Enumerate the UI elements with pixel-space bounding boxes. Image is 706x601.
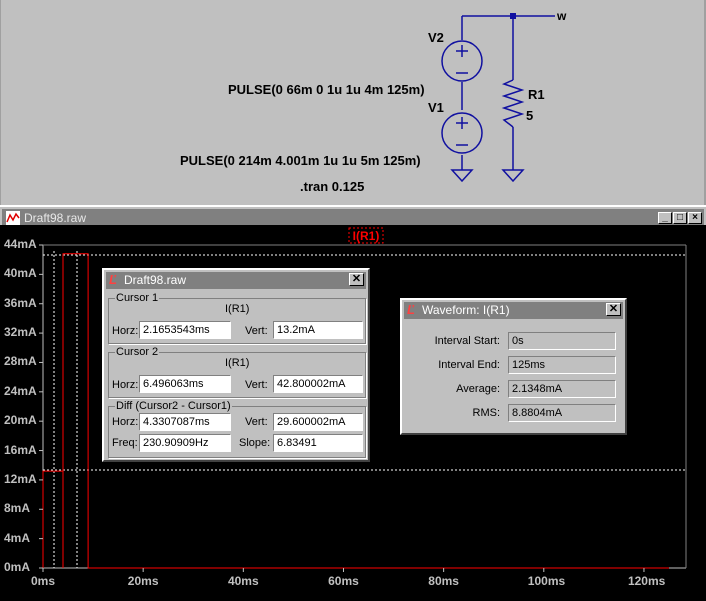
cursor1-group-label: Cursor 1 [115, 292, 160, 304]
x-tick-label: 20ms [127, 574, 159, 588]
cursor-dialog-title: Draft98.raw [124, 273, 187, 287]
interval-start-label: Interval Start: [434, 335, 500, 347]
interval-start-field[interactable]: 0s [508, 332, 616, 350]
x-tick-label: 120ms [627, 574, 666, 588]
y-tick-label: 8mA [4, 501, 31, 516]
minimize-button[interactable]: _ [658, 212, 672, 224]
v2-pulse-spec[interactable]: PULSE(0 66m 0 1u 1u 4m 125m) [228, 82, 425, 97]
rms-label: RMS: [472, 407, 501, 419]
x-tick-label: 80ms [428, 574, 459, 588]
cursor1-group: Cursor 1 I(R1) Horz: 2.1653543ms Vert: 1… [108, 292, 366, 344]
y-tick-label: 32mA [4, 325, 37, 340]
window-title: Draft98.raw [24, 211, 87, 225]
interval-end-label: Interval End: [438, 359, 500, 371]
r1-value[interactable]: 5 [526, 108, 533, 123]
cursor2-group: Cursor 2 I(R1) Horz: 6.496063ms Vert: 42… [108, 346, 366, 398]
x-tick-label: 60ms [328, 574, 359, 588]
r1-label[interactable]: R1 [528, 87, 545, 102]
diff-freq-label: Freq: [112, 437, 138, 449]
y-tick-label: 0mA [4, 560, 31, 574]
cursor1-vert-label: Vert: [245, 325, 268, 337]
y-tick-label: 36mA [4, 295, 37, 310]
cursor2-vert-label: Vert: [245, 379, 268, 391]
diff-slope-field[interactable]: 6.83491 [273, 434, 363, 452]
y-tick-label: 44mA [4, 237, 37, 251]
waveform-app-icon [6, 211, 20, 225]
diff-group: Diff (Cursor2 - Cursor1) Horz: 4.3307087… [108, 400, 366, 458]
v1-pulse-spec[interactable]: PULSE(0 214m 4.001m 1u 1u 5m 125m) [180, 153, 421, 168]
y-tick-label: 28mA [4, 354, 37, 369]
waveform-info-title: Waveform: I(R1) [422, 303, 510, 317]
x-tick-label: 0ms [30, 574, 56, 588]
v1-label[interactable]: V1 [428, 100, 444, 115]
diff-horz-label: Horz: [112, 416, 139, 428]
diff-group-label: Diff (Cursor2 - Cursor1) [115, 400, 232, 412]
v1-source-symbol [441, 112, 483, 154]
schematic-canvas[interactable]: V2 V1 R1 5 w PULSE(0 66m 0 1u 1u 4m 125m… [0, 0, 706, 205]
cursor-dialog-close-button[interactable]: ✕ [349, 273, 364, 286]
cursor1-horz-field[interactable]: 2.1653543ms [139, 321, 231, 339]
maximize-button[interactable]: □ [673, 212, 687, 224]
ground-symbol [501, 169, 525, 183]
v2-source-symbol [441, 40, 483, 82]
diff-slope-label: Slope: [239, 437, 271, 449]
cursor1-trace: I(R1) [225, 303, 250, 315]
r1-resistor-symbol [501, 79, 525, 128]
rms-field[interactable]: 8.8804mA [508, 404, 616, 422]
cursor2-trace: I(R1) [225, 357, 250, 369]
net-label-w[interactable]: w [557, 9, 566, 23]
diff-vert-label: Vert: [245, 416, 268, 428]
ltspice-icon: Ľ [109, 272, 117, 287]
cursor1-vert-field[interactable]: 13.2mA [273, 321, 363, 339]
diff-vert-field[interactable]: 29.600002mA [273, 413, 363, 431]
waveform-info-dialog: Ľ Waveform: I(R1) ✕ Interval Start: 0s I… [400, 298, 627, 435]
x-tick-label: 40ms [227, 574, 259, 588]
close-button[interactable]: × [688, 212, 702, 224]
schematic-drawing [0, 0, 706, 205]
ltspice-icon: Ľ [407, 302, 415, 317]
v2-label[interactable]: V2 [428, 30, 444, 45]
y-tick-label: 16mA [4, 442, 37, 457]
cursor2-vert-field[interactable]: 42.800002mA [273, 375, 363, 393]
interval-end-field[interactable]: 125ms [508, 356, 616, 374]
trace-label[interactable]: I(R1) [353, 229, 380, 243]
tran-directive[interactable]: .tran 0.125 [300, 179, 364, 194]
junction-dot [510, 13, 516, 19]
average-label: Average: [456, 383, 500, 395]
y-tick-label: 4mA [4, 530, 31, 545]
cursor2-group-label: Cursor 2 [115, 346, 160, 358]
cursor-dialog: Ľ Draft98.raw ✕ Cursor 1 I(R1) Horz: 2.1… [102, 268, 370, 462]
y-tick-label: 12mA [4, 471, 37, 486]
average-field[interactable]: 2.1348mA [508, 380, 616, 398]
x-tick-label: 100ms [527, 574, 566, 588]
cursor-dialog-titlebar[interactable]: Ľ Draft98.raw ✕ [106, 272, 366, 289]
y-tick-label: 40mA [4, 266, 37, 281]
cursor2-horz-label: Horz: [112, 379, 139, 391]
waveform-info-close-button[interactable]: ✕ [606, 303, 621, 316]
waveform-info-titlebar[interactable]: Ľ Waveform: I(R1) ✕ [404, 302, 623, 319]
y-tick-label: 20mA [4, 413, 37, 428]
cursor2-horz-field[interactable]: 6.496063ms [139, 375, 231, 393]
ground-symbol [450, 169, 474, 183]
cursor1-horz-label: Horz: [112, 325, 139, 337]
diff-horz-field[interactable]: 4.3307087ms [139, 413, 231, 431]
diff-freq-field[interactable]: 230.90909Hz [139, 434, 231, 452]
y-tick-label: 24mA [4, 383, 37, 398]
